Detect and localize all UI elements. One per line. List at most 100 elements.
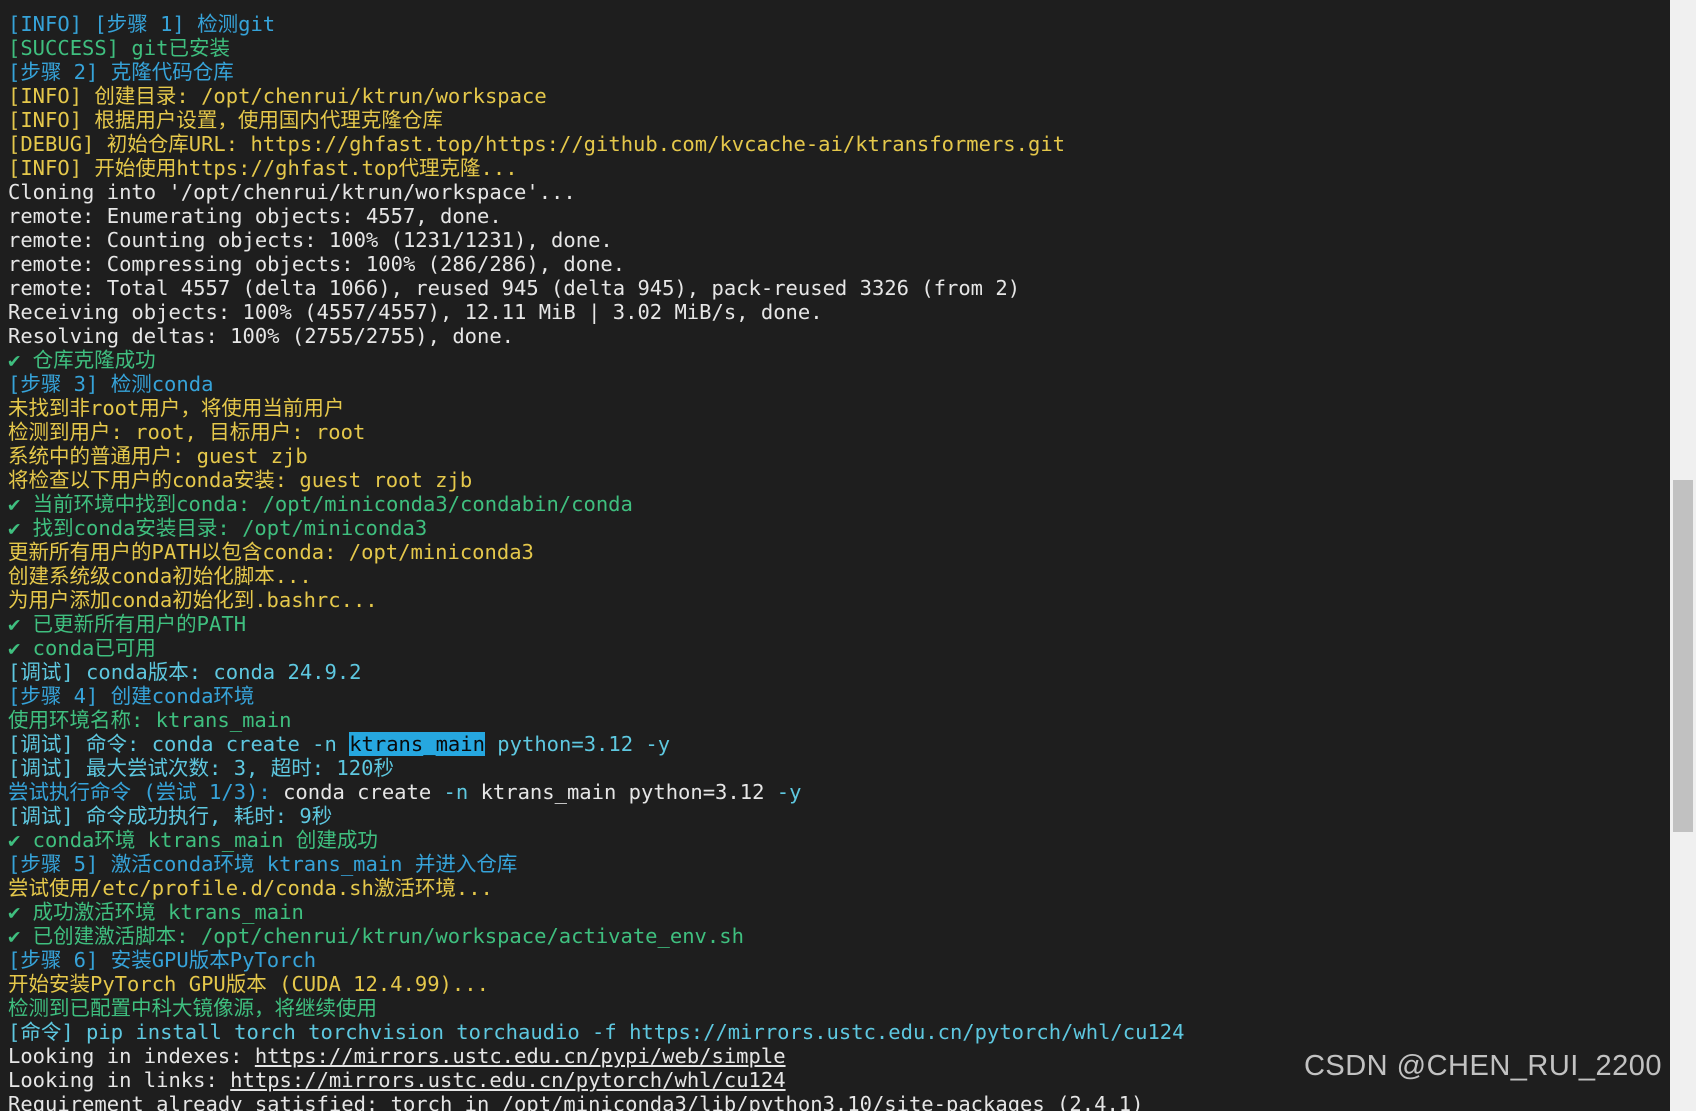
terminal-text: 创建系统级conda初始化脚本... [8, 564, 312, 588]
terminal-line: ✔ conda已可用 [8, 636, 1670, 660]
terminal-line: [调试] 命令成功执行, 耗时: 9秒 [8, 804, 1670, 828]
terminal-text: 开始安装PyTorch GPU版本 (CUDA 12.4.99)... [8, 972, 489, 996]
terminal-line: remote: Counting objects: 100% (1231/123… [8, 228, 1670, 252]
terminal-line: Resolving deltas: 100% (2755/2755), done… [8, 324, 1670, 348]
terminal-text: [步骤 3] 检测conda [8, 372, 214, 396]
terminal-text: 检测到用户: root, 目标用户: root [8, 420, 366, 444]
terminal-line: ✔ 成功激活环境 ktrans_main [8, 900, 1670, 924]
terminal-line: remote: Enumerating objects: 4557, done. [8, 204, 1670, 228]
terminal-text: conda create [283, 780, 444, 804]
terminal-line: 尝试执行命令 (尝试 1/3): conda create -n ktrans_… [8, 780, 1670, 804]
terminal-line: remote: Total 4557 (delta 1066), reused … [8, 276, 1670, 300]
terminal-text: 为用户添加conda初始化到.bashrc... [8, 588, 378, 612]
terminal-line: [步骤 2] 克隆代码仓库 [8, 60, 1670, 84]
terminal-text: [步骤 5] 激活conda环境 ktrans_main 并进入仓库 [8, 852, 518, 876]
terminal-text: ✔ 仓库克隆成功 [8, 348, 156, 372]
terminal-line: [步骤 4] 创建conda环境 [8, 684, 1670, 708]
terminal-text: [步骤 4] 创建conda环境 [8, 684, 255, 708]
terminal-line: [步骤 3] 检测conda [8, 372, 1670, 396]
terminal-text: 尝试执行命令 (尝试 1/3): [8, 780, 284, 804]
terminal-text: [INFO] 根据用户设置，使用国内代理克隆仓库 [8, 108, 443, 132]
terminal-text: [调试] 最大尝试次数: 3, 超时: 120秒 [8, 756, 394, 780]
terminal-text: [命令] pip install torch torchvision torch… [8, 1020, 1185, 1044]
terminal-text: remote: Counting objects: 100% (1231/123… [8, 228, 613, 252]
terminal-line: 尝试使用/etc/profile.d/conda.sh激活环境... [8, 876, 1670, 900]
terminal-line: 为用户添加conda初始化到.bashrc... [8, 588, 1670, 612]
terminal-text: Receiving objects: 100% (4557/4557), 12.… [8, 300, 823, 324]
terminal-text: [调试] 命令: conda create -n [8, 732, 350, 756]
terminal-text: [INFO] [步骤 1] 检测git [8, 12, 276, 36]
terminal-text: ✔ 已创建激活脚本: /opt/chenrui/ktrun/workspace/… [8, 924, 744, 948]
terminal-text: Looking in links: [8, 1068, 231, 1092]
terminal-line: [调试] 最大尝试次数: 3, 超时: 120秒 [8, 756, 1670, 780]
terminal-text: remote: Enumerating objects: 4557, done. [8, 204, 502, 228]
terminal-text: ✔ conda环境 ktrans_main 创建成功 [8, 828, 378, 852]
terminal-text: Resolving deltas: 100% (2755/2755), done… [8, 324, 515, 348]
terminal-text: [步骤 6] 安装GPU版本PyTorch [8, 948, 317, 972]
terminal-text: Requirement already satisfied: torch in … [8, 1092, 1144, 1111]
selected-text: ktrans_main [349, 732, 485, 756]
terminal-line: [INFO] 根据用户设置，使用国内代理克隆仓库 [8, 108, 1670, 132]
scrollbar-thumb[interactable] [1673, 480, 1693, 832]
terminal-line: 未找到非root用户，将使用当前用户 [8, 396, 1670, 420]
terminal-line: [调试] conda版本: conda 24.9.2 [8, 660, 1670, 684]
terminal-text: -y [776, 780, 802, 804]
terminal-text: -n [443, 780, 481, 804]
terminal-line: 使用环境名称: ktrans_main [8, 708, 1670, 732]
terminal-line: 检测到用户: root, 目标用户: root [8, 420, 1670, 444]
terminal-text: 检测到已配置中科大镜像源，将继续使用 [8, 996, 377, 1020]
terminal-text: 将检查以下用户的conda安装: guest root zjb [8, 468, 473, 492]
terminal-line: ✔ 仓库克隆成功 [8, 348, 1670, 372]
terminal-text: python=3.12 -y [484, 732, 671, 756]
terminal-text: 更新所有用户的PATH以包含conda: /opt/miniconda3 [8, 540, 534, 564]
terminal-line: 更新所有用户的PATH以包含conda: /opt/miniconda3 [8, 540, 1670, 564]
terminal-text: [步骤 2] 克隆代码仓库 [8, 60, 234, 84]
terminal-line: [INFO] 开始使用https://ghfast.top代理克隆... [8, 156, 1670, 180]
terminal-line: remote: Compressing objects: 100% (286/2… [8, 252, 1670, 276]
terminal-line: ✔ 已创建激活脚本: /opt/chenrui/ktrun/workspace/… [8, 924, 1670, 948]
vertical-scrollbar[interactable] [1670, 0, 1696, 1111]
terminal-text: [调试] 命令成功执行, 耗时: 9秒 [8, 804, 333, 828]
terminal-text: ✔ conda已可用 [8, 636, 156, 660]
terminal-line: ✔ 已更新所有用户的PATH [8, 612, 1670, 636]
terminal-line: [命令] pip install torch torchvision torch… [8, 1020, 1670, 1044]
terminal-line: 开始安装PyTorch GPU版本 (CUDA 12.4.99)... [8, 972, 1670, 996]
terminal-text: remote: Compressing objects: 100% (286/2… [8, 252, 626, 276]
terminal-line: Requirement already satisfied: torch in … [8, 1092, 1670, 1111]
terminal-text: ✔ 成功激活环境 ktrans_main [8, 900, 304, 924]
terminal-line: Cloning into '/opt/chenrui/ktrun/workspa… [8, 180, 1670, 204]
terminal-line: [INFO] [步骤 1] 检测git [8, 12, 1670, 36]
terminal-line: [步骤 5] 激活conda环境 ktrans_main 并进入仓库 [8, 852, 1670, 876]
terminal-line: [SUCCESS] git已安装 [8, 36, 1670, 60]
terminal-line: ✔ conda环境 ktrans_main 创建成功 [8, 828, 1670, 852]
terminal-text: [DEBUG] 初始仓库URL: https://ghfast.top/http… [8, 132, 1066, 156]
terminal-link[interactable]: https://mirrors.ustc.edu.cn/pytorch/whl/… [230, 1068, 785, 1092]
terminal-line: 系统中的普通用户: guest zjb [8, 444, 1670, 468]
terminal-text: [INFO] 开始使用https://ghfast.top代理克隆... [8, 156, 518, 180]
terminal-text: ✔ 当前环境中找到conda: /opt/miniconda3/condabin… [8, 492, 633, 516]
watermark: CSDN @CHEN_RUI_2200 [1303, 1050, 1662, 1082]
terminal-text: ✔ 找到conda安装目录: /opt/miniconda3 [8, 516, 428, 540]
terminal-text: remote: Total 4557 (delta 1066), reused … [8, 276, 1021, 300]
terminal-text: [SUCCESS] git已安装 [8, 36, 230, 60]
terminal-output[interactable]: [INFO] [步骤 1] 检测git [SUCCESS] git已安装 [步骤 2… [0, 0, 1670, 1111]
terminal-text: Looking in indexes: [8, 1044, 255, 1068]
terminal-link[interactable]: https://mirrors.ustc.edu.cn/pypi/web/sim… [255, 1044, 786, 1068]
terminal-line: Receiving objects: 100% (4557/4557), 12.… [8, 300, 1670, 324]
terminal-line: [INFO] 创建目录: /opt/chenrui/ktrun/workspac… [8, 84, 1670, 108]
terminal-line: 将检查以下用户的conda安装: guest root zjb [8, 468, 1670, 492]
terminal-text: 系统中的普通用户: guest zjb [8, 444, 308, 468]
terminal-line: ✔ 当前环境中找到conda: /opt/miniconda3/condabin… [8, 492, 1670, 516]
terminal-text: Cloning into '/opt/chenrui/ktrun/workspa… [8, 180, 576, 204]
terminal-line: [调试] 命令: conda create -n ktrans_main pyt… [8, 732, 1670, 756]
terminal-text: 使用环境名称: ktrans_main [8, 708, 292, 732]
terminal-line: [DEBUG] 初始仓库URL: https://ghfast.top/http… [8, 132, 1670, 156]
terminal-text: [调试] conda版本: conda 24.9.2 [8, 660, 362, 684]
terminal-text: 尝试使用/etc/profile.d/conda.sh激活环境... [8, 876, 493, 900]
terminal-line: 检测到已配置中科大镜像源，将继续使用 [8, 996, 1670, 1020]
terminal-text: [INFO] 创建目录: /opt/chenrui/ktrun/workspac… [8, 84, 547, 108]
terminal-text: ✔ 已更新所有用户的PATH [8, 612, 247, 636]
terminal-line: [步骤 6] 安装GPU版本PyTorch [8, 948, 1670, 972]
terminal-line: ✔ 找到conda安装目录: /opt/miniconda3 [8, 516, 1670, 540]
terminal-line: 创建系统级conda初始化脚本... [8, 564, 1670, 588]
